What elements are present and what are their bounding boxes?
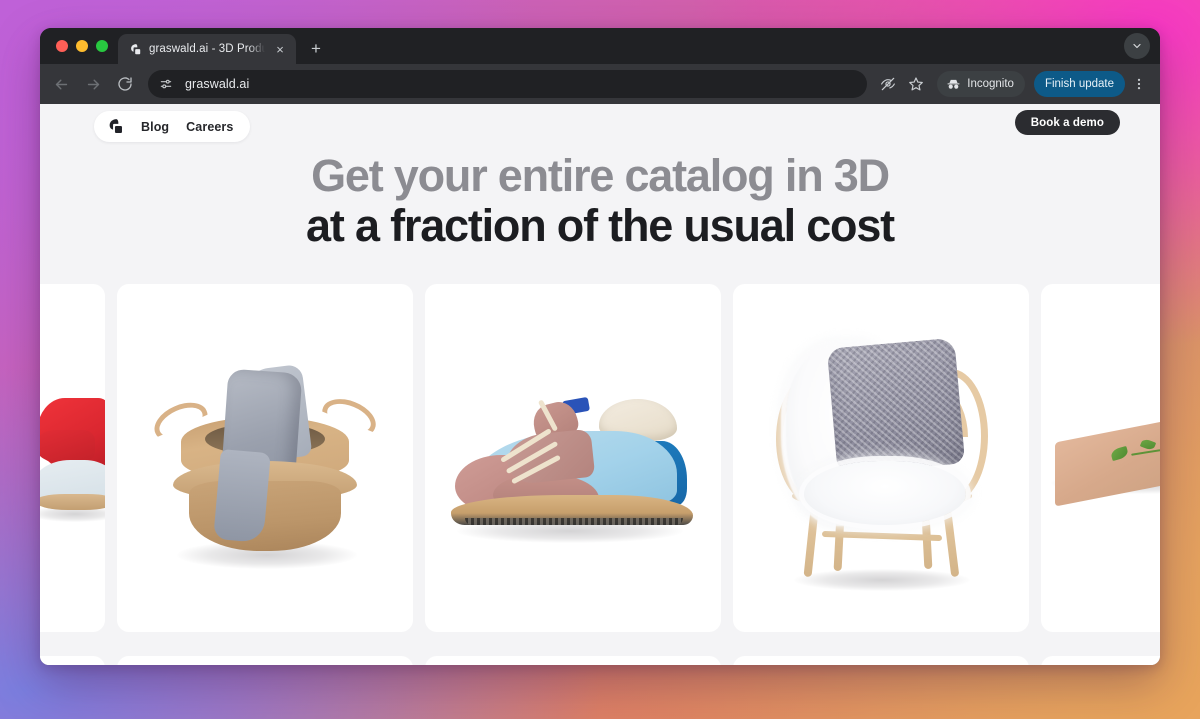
zoom-window-button[interactable]	[96, 40, 108, 52]
close-window-button[interactable]	[56, 40, 68, 52]
product-gallery-rail-second-row[interactable]	[40, 656, 1160, 665]
finish-update-label: Finish update	[1044, 78, 1114, 90]
site-info-icon[interactable]	[156, 74, 176, 94]
site-nav: Blog Careers	[94, 111, 251, 142]
close-tab-button[interactable]: ×	[272, 41, 288, 57]
product-card-placeholder[interactable]	[425, 656, 721, 665]
reload-button[interactable]	[110, 69, 140, 99]
product-image-red-sneaker	[40, 284, 105, 632]
product-card-woven-basket[interactable]	[117, 284, 413, 632]
browser-tab[interactable]: graswald.ai - 3D Product Visu ×	[118, 34, 296, 64]
product-image-retro-sneaker	[425, 284, 721, 632]
tab-strip: graswald.ai - 3D Product Visu × +	[40, 28, 1160, 64]
browser-window: graswald.ai - 3D Product Visu × +	[40, 28, 1160, 665]
forward-button[interactable]	[78, 69, 108, 99]
nav-link-blog[interactable]: Blog	[141, 120, 169, 134]
headline-line-1: Get your entire catalog in 3D	[311, 150, 890, 201]
product-card-retro-sneaker[interactable]	[425, 284, 721, 632]
graswald-logo-icon[interactable]	[107, 118, 124, 135]
window-controls	[52, 28, 118, 64]
headline-line-2: at a fraction of the usual cost	[306, 199, 895, 251]
tracking-protection-icon[interactable]	[875, 71, 901, 97]
finish-update-button[interactable]: Finish update	[1033, 71, 1125, 97]
bookmark-star-icon[interactable]	[903, 71, 929, 97]
hero-section: Get your entire catalog in 3D at a fract…	[40, 151, 1160, 251]
product-card-red-sneaker[interactable]	[40, 284, 105, 632]
tab-favicon-icon	[129, 43, 142, 56]
book-a-demo-button[interactable]: Book a demo	[1014, 110, 1120, 135]
back-button[interactable]	[46, 69, 76, 99]
incognito-hat-icon	[946, 77, 961, 92]
address-bar[interactable]: graswald.ai	[148, 70, 868, 98]
nav-link-careers[interactable]: Careers	[186, 120, 233, 134]
product-card-cutting-board[interactable]	[1041, 284, 1160, 632]
product-card-placeholder[interactable]	[1041, 656, 1160, 665]
product-card-placeholder[interactable]	[733, 656, 1029, 665]
product-card-placeholder[interactable]	[117, 656, 413, 665]
incognito-label: Incognito	[967, 78, 1014, 90]
product-gallery-rail[interactable]	[40, 284, 1160, 632]
tab-title: graswald.ai - 3D Product Visu	[149, 43, 265, 55]
product-image-rattan-chair	[733, 284, 1029, 632]
minimize-window-button[interactable]	[76, 40, 88, 52]
page-title: Get your entire catalog in 3D at a fract…	[40, 151, 1160, 251]
book-a-demo-label: Book a demo	[1030, 116, 1104, 129]
url-text: graswald.ai	[185, 77, 250, 91]
page-viewport: Blog Careers Book a demo Get your entire…	[40, 104, 1160, 665]
product-card-placeholder[interactable]	[40, 656, 105, 665]
new-tab-button[interactable]: +	[302, 35, 330, 63]
product-image-woven-basket	[117, 284, 413, 632]
incognito-indicator[interactable]: Incognito	[937, 71, 1025, 97]
product-image-cutting-board	[1041, 284, 1160, 632]
browser-toolbar: graswald.ai Incognito Finish update	[40, 64, 1160, 104]
tab-search-button[interactable]	[1124, 33, 1150, 59]
browser-menu-button[interactable]	[1128, 71, 1150, 97]
product-card-rattan-chair[interactable]	[733, 284, 1029, 632]
